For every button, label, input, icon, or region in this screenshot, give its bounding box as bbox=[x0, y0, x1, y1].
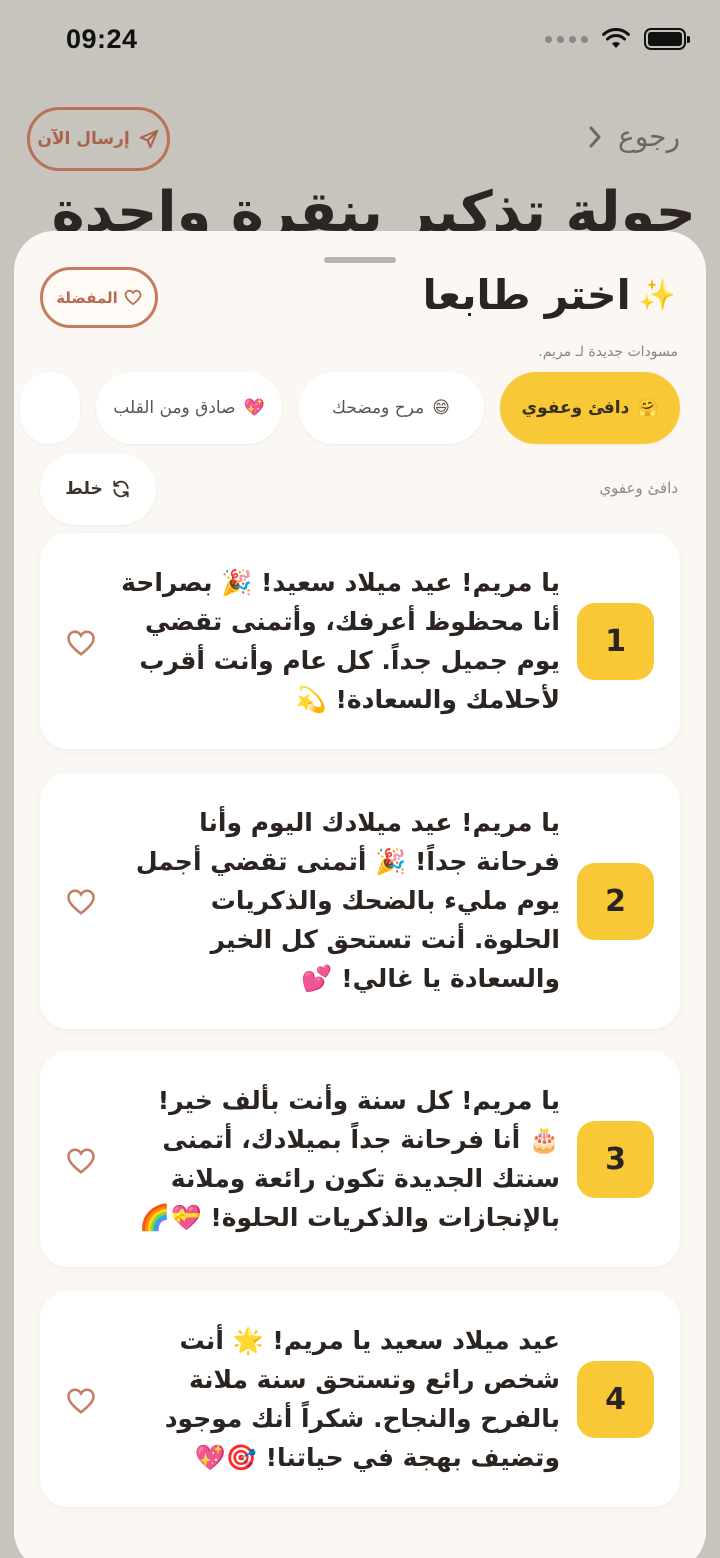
tone-chip-label: مرح ومضحك bbox=[332, 398, 425, 418]
current-tone-label: دافئ وعفوي bbox=[599, 479, 678, 497]
sheet-title: اختر طابعا bbox=[422, 271, 631, 319]
chevron-right-icon bbox=[589, 126, 601, 147]
tone-chip-heartfelt[interactable]: 💖 صادق ومن القلب bbox=[96, 372, 282, 444]
tone-chips: 🤗 دافئ وعفوي 😄 مرح ومضحك 💖 صادق ومن القل… bbox=[20, 372, 680, 444]
sheet-subtitle: مسودات جديدة لـ مريم. bbox=[538, 344, 678, 360]
favorite-heart-icon[interactable] bbox=[66, 1146, 96, 1176]
sheet-drag-handle[interactable] bbox=[324, 257, 396, 263]
back-label: رجوع bbox=[617, 120, 680, 153]
message-card[interactable]: 4 عيد ميلاد سعيد يا مريم! 🌟 أنت شخص رائع… bbox=[40, 1291, 680, 1507]
send-icon bbox=[139, 129, 158, 149]
message-card[interactable]: 1 يا مريم! عيد ميلاد سعيد! 🎉 بصراحة أنا … bbox=[40, 533, 680, 749]
favorites-label: المفضلة bbox=[56, 288, 118, 307]
tone-picker-sheet: ✨ اختر طابعا مسودات جديدة لـ مريم. المفض… bbox=[14, 231, 706, 1558]
message-number: 1 bbox=[577, 603, 654, 680]
message-text: يا مريم! كل سنة وأنت بألف خير! 🎂 أنا فرح… bbox=[139, 1086, 560, 1232]
heart-icon bbox=[124, 289, 142, 306]
tone-chip-label: صادق ومن القلب bbox=[113, 398, 236, 418]
send-now-label: إرسال الآن bbox=[37, 129, 130, 149]
tone-chip-label: دافئ وعفوي bbox=[521, 398, 630, 418]
message-text: يا مريم! عيد ميلاد سعيد! 🎉 بصراحة أنا مح… bbox=[121, 568, 560, 714]
wifi-icon bbox=[602, 28, 630, 48]
message-card[interactable]: 2 يا مريم! عيد ميلادك اليوم وأنا فرحانة … bbox=[40, 773, 680, 1029]
tone-chip-funny[interactable]: 😄 مرح ومضحك bbox=[298, 372, 484, 444]
send-now-button[interactable]: إرسال الآن bbox=[27, 107, 170, 171]
shuffle-button[interactable]: خلط bbox=[40, 453, 156, 525]
favorites-button[interactable]: المفضلة bbox=[40, 267, 158, 328]
back-button[interactable]: رجوع bbox=[588, 120, 680, 153]
favorite-heart-icon[interactable] bbox=[66, 1386, 96, 1416]
status-icons bbox=[545, 28, 690, 50]
message-text: يا مريم! عيد ميلادك اليوم وأنا فرحانة جد… bbox=[135, 808, 560, 993]
favorite-heart-icon[interactable] bbox=[66, 628, 96, 658]
refresh-icon bbox=[113, 480, 129, 498]
tone-chip-warm[interactable]: 🤗 دافئ وعفوي bbox=[500, 372, 680, 444]
message-number: 2 bbox=[577, 863, 654, 940]
status-time: 09:24 bbox=[66, 24, 138, 54]
sheet-title-row: ✨ اختر طابعا bbox=[423, 271, 676, 319]
battery-icon bbox=[644, 28, 690, 50]
shuffle-label: خلط bbox=[65, 479, 103, 499]
message-card[interactable]: 3 يا مريم! كل سنة وأنت بألف خير! 🎂 أنا ف… bbox=[40, 1051, 680, 1267]
message-number: 3 bbox=[577, 1121, 654, 1198]
message-text: عيد ميلاد سعيد يا مريم! 🌟 أنت شخص رائع و… bbox=[164, 1326, 560, 1472]
sparkling-heart-icon: 💖 bbox=[243, 398, 265, 418]
signal-icon bbox=[545, 35, 588, 43]
message-number: 4 bbox=[577, 1361, 654, 1438]
favorite-heart-icon[interactable] bbox=[66, 887, 96, 917]
tone-chip-more[interactable] bbox=[20, 372, 80, 444]
hugging-face-icon: 🤗 bbox=[637, 398, 659, 418]
status-bar: 09:24 bbox=[0, 0, 720, 84]
grinning-face-icon: 😄 bbox=[432, 398, 450, 418]
sparkles-icon: ✨ bbox=[638, 277, 676, 313]
